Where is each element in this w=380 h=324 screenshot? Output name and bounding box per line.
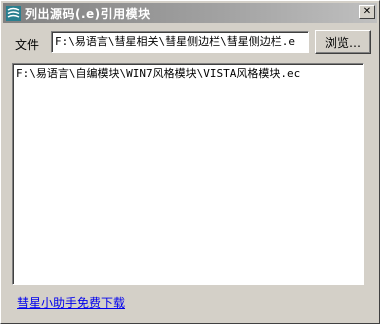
download-link[interactable]: 彗星小助手免费下载 [17,294,125,311]
module-list[interactable]: F:\易语言\自编模块\WIN7风格模块\VISTA风格模块.ec [12,63,364,285]
list-item[interactable]: F:\易语言\自编模块\WIN7风格模块\VISTA风格模块.ec [16,67,360,81]
close-button[interactable]: ✕ [359,5,375,19]
file-label: 文件 [15,38,40,52]
browse-button[interactable]: 浏览… [315,30,371,54]
dialog-window: 列出源码(.e)引用模块 ✕ 文件 F:\易语言\彗星相关\彗星侧边栏\彗星侧边… [0,0,380,324]
app-icon [5,5,21,21]
file-path-input[interactable]: F:\易语言\彗星相关\彗星侧边栏\彗星侧边栏.e [51,31,309,53]
window-title: 列出源码(.e)引用模块 [25,6,151,21]
title-bar[interactable]: 列出源码(.e)引用模块 ✕ [3,3,377,23]
